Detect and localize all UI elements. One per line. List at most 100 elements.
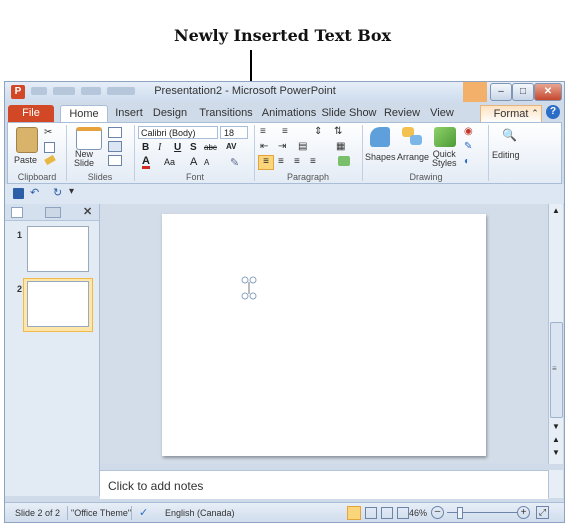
align-left-button[interactable]: ≡ — [258, 155, 274, 170]
notes-pane[interactable]: Click to add notes — [100, 470, 548, 499]
status-bar: Slide 2 of 2 "Office Theme" ✓ English (C… — [5, 502, 564, 522]
tab-file[interactable]: File — [8, 105, 54, 122]
line-spacing-icon[interactable]: ⇕ — [314, 126, 322, 137]
zoom-slider-thumb[interactable] — [457, 507, 463, 519]
columns-icon[interactable]: ▤ — [298, 141, 307, 152]
shrink-font-button[interactable]: A — [204, 158, 209, 167]
bold-button[interactable]: B — [142, 142, 149, 153]
shape-outline-icon[interactable]: ✎ — [464, 141, 472, 152]
copy-icon[interactable] — [44, 142, 55, 153]
minimize-ribbon-icon[interactable]: ⌃ — [530, 105, 540, 122]
tab-view[interactable]: View — [425, 105, 459, 122]
new-text-box[interactable] — [240, 276, 258, 300]
slide-show-view-icon[interactable] — [397, 507, 409, 519]
language-status[interactable]: English (Canada) — [165, 508, 235, 518]
previous-slide-icon[interactable]: ▲ — [552, 435, 560, 444]
tab-review[interactable]: Review — [379, 105, 425, 122]
tab-animations[interactable]: Animations — [255, 105, 323, 122]
tab-slide-show[interactable]: Slide Show — [318, 105, 380, 122]
arrange-button-label[interactable]: Arrange — [397, 152, 429, 162]
quick-access-toolbar: ↶ ↻ ▾ — [5, 184, 564, 205]
bullets-icon[interactable]: ≡ — [260, 126, 266, 137]
smartart-icon[interactable] — [338, 156, 350, 166]
shape-effects-icon[interactable]: ◐ — [464, 156, 470, 167]
shapes-button-label[interactable]: Shapes — [365, 152, 396, 162]
normal-view-icon[interactable] — [347, 506, 361, 520]
numbering-icon[interactable]: ≡ — [282, 126, 288, 137]
zoom-out-icon[interactable]: – — [431, 506, 444, 519]
slide-thumbnail-number: 2 — [17, 284, 23, 294]
italic-button[interactable]: I — [158, 142, 161, 153]
help-icon[interactable]: ? — [546, 105, 560, 119]
scroll-up-arrow-icon[interactable]: ▲ — [552, 206, 560, 215]
grow-font-button[interactable]: A — [190, 156, 197, 168]
new-slide-icon[interactable] — [76, 127, 102, 150]
decrease-indent-icon[interactable]: ⇤ — [260, 141, 268, 152]
outline-tab-icon[interactable] — [45, 207, 61, 218]
strikethrough-button[interactable]: abc — [204, 143, 217, 152]
zoom-in-icon[interactable]: + — [517, 506, 530, 519]
align-text-icon[interactable]: ▦ — [336, 141, 345, 152]
undo-icon[interactable]: ↶ — [30, 186, 39, 199]
font-name-combo[interactable]: Calibri (Body) — [138, 126, 218, 139]
format-painter-icon[interactable] — [44, 154, 56, 166]
font-color-button[interactable]: A — [142, 156, 150, 169]
find-binoculars-icon[interactable]: 🔍 — [502, 128, 517, 142]
font-size-combo[interactable]: 18 — [220, 126, 248, 139]
section-icon[interactable] — [108, 155, 122, 166]
underline-button[interactable]: U — [174, 142, 181, 153]
slides-group-label: Slides — [87, 172, 113, 182]
theme-status[interactable]: "Office Theme" — [71, 508, 131, 518]
reading-view-icon[interactable] — [381, 507, 393, 519]
cut-icon[interactable]: ✂ — [44, 127, 52, 138]
change-case-button[interactable]: Aa — [164, 157, 175, 167]
tab-insert[interactable]: Insert — [108, 105, 150, 122]
drawing-group-label: Drawing — [409, 172, 443, 182]
scroll-grip-icon: ≡ — [552, 364, 557, 373]
vertical-scrollbar[interactable]: ▲ ≡ ▼ ▲ ▼ — [548, 204, 563, 464]
slides-tab-icon[interactable] — [11, 207, 23, 218]
clear-formatting-icon[interactable]: ✎ — [230, 156, 239, 169]
close-pane-icon[interactable]: ✕ — [83, 205, 92, 218]
ribbon-home: Paste ✂ Clipboard New Slide Slides Calib… — [7, 122, 562, 184]
spelling-check-icon[interactable]: ✓ — [139, 506, 148, 519]
paste-icon[interactable] — [16, 127, 38, 153]
reset-icon[interactable] — [108, 141, 122, 152]
close-button[interactable]: ✕ — [534, 83, 562, 101]
quick-styles-icon[interactable] — [434, 127, 456, 147]
layout-icon[interactable] — [108, 127, 122, 138]
justify-button[interactable]: ≡ — [310, 156, 316, 167]
save-icon[interactable] — [13, 188, 24, 199]
shape-fill-icon[interactable]: ◉ — [464, 126, 473, 137]
slide-thumbnail-2[interactable] — [27, 281, 89, 327]
editing-button-label[interactable]: Editing — [492, 150, 520, 160]
maximize-button[interactable]: □ — [512, 83, 534, 101]
notes-scrollbar[interactable] — [548, 470, 563, 498]
zoom-level[interactable]: 46% — [409, 508, 427, 518]
slide-thumbnail-1[interactable] — [27, 226, 89, 272]
tab-transitions[interactable]: Transitions — [194, 105, 258, 122]
shadow-button[interactable]: S — [190, 142, 197, 153]
minimize-button[interactable]: – — [490, 83, 512, 101]
current-slide[interactable] — [162, 214, 486, 456]
arrange-icon-back — [410, 135, 422, 145]
paste-button-label[interactable]: Paste — [14, 155, 37, 165]
align-right-button[interactable]: ≡ — [294, 156, 300, 167]
customize-qat-icon[interactable]: ▾ — [69, 186, 74, 197]
quick-styles-button-label[interactable]: Quick Styles — [432, 150, 457, 168]
text-direction-icon[interactable]: ⇅ — [334, 126, 342, 137]
status-divider — [131, 506, 132, 520]
scroll-down-arrow-icon[interactable]: ▼ — [552, 422, 560, 431]
redo-icon[interactable]: ↻ — [53, 186, 62, 199]
new-slide-button-label[interactable]: New Slide — [74, 150, 94, 168]
shapes-icon[interactable] — [370, 127, 390, 147]
slide-thumbnail-number: 1 — [17, 230, 23, 240]
next-slide-icon[interactable]: ▼ — [552, 448, 560, 457]
increase-indent-icon[interactable]: ⇥ — [278, 141, 286, 152]
slide-sorter-view-icon[interactable] — [365, 507, 377, 519]
character-spacing-button[interactable]: AV — [226, 142, 237, 151]
fit-slide-icon[interactable]: ⤢ — [536, 506, 549, 519]
tab-design[interactable]: Design — [145, 105, 195, 122]
align-center-button[interactable]: ≡ — [278, 156, 284, 167]
tab-home[interactable]: Home — [60, 105, 108, 123]
